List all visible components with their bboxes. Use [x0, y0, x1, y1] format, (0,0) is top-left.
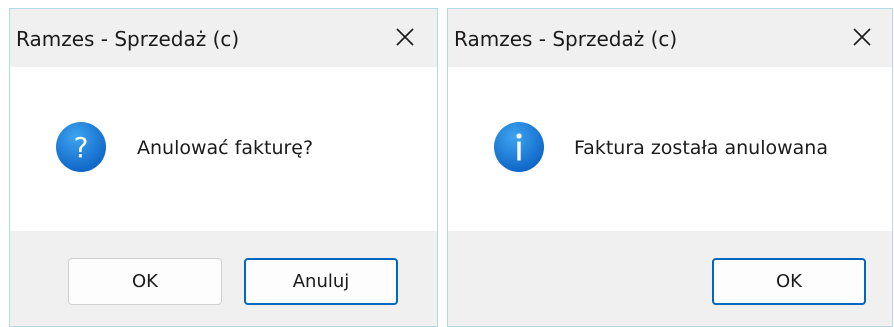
- close-icon: [853, 28, 871, 46]
- dialog-cancel-invoice: Ramzes - Sprzedaż (c) ? Anulować fakturę…: [9, 8, 438, 327]
- window-title: Ramzes - Sprzedaż (c): [16, 27, 240, 51]
- message-text: Anulować fakturę?: [137, 137, 314, 159]
- info-icon: [494, 122, 544, 172]
- question-icon: ?: [56, 122, 106, 172]
- close-icon: [396, 28, 414, 46]
- ok-button[interactable]: OK: [712, 258, 866, 305]
- dialog-content: ? Anulować fakturę?: [10, 67, 437, 231]
- close-button[interactable]: [383, 17, 427, 57]
- svg-text:?: ?: [74, 131, 89, 164]
- title-bar: Ramzes - Sprzedaż (c): [10, 9, 437, 67]
- button-bar: OK Anuluj: [10, 231, 437, 326]
- ok-button[interactable]: OK: [68, 258, 222, 305]
- window-title: Ramzes - Sprzedaż (c): [454, 27, 678, 51]
- button-bar: OK: [448, 231, 892, 326]
- dialog-invoice-cancelled: Ramzes - Sprzedaż (c) Faktura została an…: [447, 8, 893, 327]
- cancel-button[interactable]: Anuluj: [244, 258, 398, 305]
- dialog-content: Faktura została anulowana: [448, 67, 892, 231]
- close-button[interactable]: [840, 17, 884, 57]
- message-text: Faktura została anulowana: [574, 137, 828, 159]
- title-bar: Ramzes - Sprzedaż (c): [448, 9, 892, 67]
